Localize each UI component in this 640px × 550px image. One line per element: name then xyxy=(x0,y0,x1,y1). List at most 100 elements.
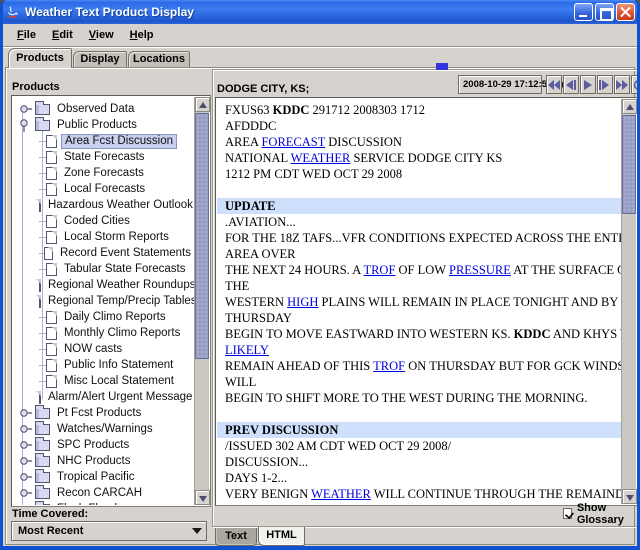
tree-item-regional-weather-roundups[interactable]: Regional Weather Roundups xyxy=(13,277,194,293)
view-tab-html[interactable]: HTML xyxy=(258,527,305,546)
glossary-link[interactable]: HIGH xyxy=(287,295,318,309)
tab-locations[interactable]: Locations xyxy=(128,51,190,68)
tree-item-recon-carcah[interactable]: Recon CARCAH xyxy=(13,485,194,501)
tree-collapsed-handle-icon[interactable] xyxy=(19,422,33,436)
up-arrow-icon xyxy=(626,104,634,110)
menu-help[interactable]: Help xyxy=(122,26,162,44)
tree-item-coded-cities[interactable]: Coded Cities xyxy=(13,213,194,229)
tree-collapsed-handle-icon[interactable] xyxy=(19,454,33,468)
text-line: BEGIN TO MOVE EASTWARD INTO WESTERN KS. … xyxy=(217,326,621,342)
tree-item-watches-warnings[interactable]: Watches/Warnings xyxy=(13,421,194,437)
tree-item-local-storm-reports[interactable]: Local Storm Reports xyxy=(13,229,194,245)
text-line: FOR THE 18Z TAFS...VFR CONDITIONS EXPECT… xyxy=(217,230,621,246)
document-scrollbar[interactable] xyxy=(621,99,636,504)
menu-file[interactable]: File xyxy=(9,26,44,44)
document-icon xyxy=(46,183,57,196)
tree-branch-line xyxy=(39,173,46,174)
document-scrollbar-thumb[interactable] xyxy=(622,115,636,214)
document-icon xyxy=(46,375,57,388)
glossary-link[interactable]: WEATHER xyxy=(311,487,371,501)
tree-item-pt-fcst-products[interactable]: Pt Fcst Products xyxy=(13,405,194,421)
folder-icon xyxy=(35,504,50,506)
tree-item-regional-temp-precip-tables[interactable]: Regional Temp/Precip Tables xyxy=(13,293,194,309)
minimize-button[interactable] xyxy=(574,3,593,21)
close-button[interactable] xyxy=(616,3,635,21)
tree-collapsed-handle-icon[interactable] xyxy=(19,438,33,452)
tree-item-public-products[interactable]: Public Products xyxy=(13,117,194,133)
menu-edit[interactable]: Edit xyxy=(44,26,81,44)
tree-scrollbar[interactable] xyxy=(194,97,209,505)
play-button[interactable] xyxy=(580,75,596,94)
tree-item-label: Alarm/Alert Urgent Message xyxy=(45,391,194,404)
tree-item-label: Area Fcst Discussion xyxy=(61,134,177,149)
tree-scroll-up-button[interactable] xyxy=(195,97,210,112)
glossary-link[interactable]: TROF xyxy=(363,263,395,277)
tree-item-zone-forecasts[interactable]: Zone Forecasts xyxy=(13,165,194,181)
tree-item-local-forecasts[interactable]: Local Forecasts xyxy=(13,181,194,197)
text-line: LIKELY xyxy=(217,342,621,358)
tree-item-tropical-pacific[interactable]: Tropical Pacific xyxy=(13,469,194,485)
glossary-link[interactable]: WEATHER xyxy=(291,151,351,165)
loop-button[interactable] xyxy=(631,75,640,94)
tree-item-state-forecasts[interactable]: State Forecasts xyxy=(13,149,194,165)
tab-display[interactable]: Display xyxy=(73,51,127,68)
tree-collapsed-handle-icon[interactable] xyxy=(19,470,33,484)
tree-item-label: Zone Forecasts xyxy=(61,167,147,180)
tree-item-spc-products[interactable]: SPC Products xyxy=(13,437,194,453)
tree-item-area-fcst-discussion[interactable]: Area Fcst Discussion xyxy=(13,133,194,149)
maximize-button[interactable] xyxy=(595,3,614,21)
glossary-link[interactable]: PRESSURE xyxy=(449,263,511,277)
tree-scroll-down-button[interactable] xyxy=(195,490,210,505)
time-covered-dropdown[interactable]: Most Recent xyxy=(11,521,207,541)
tab-products[interactable]: Products xyxy=(8,48,72,68)
tree-expanded-handle-icon[interactable] xyxy=(19,118,33,132)
step-forward-button[interactable] xyxy=(597,75,613,94)
time-covered-label: Time Covered: xyxy=(12,508,88,520)
tree-item-monthly-climo-reports[interactable]: Monthly Climo Reports xyxy=(13,325,194,341)
doc-scroll-up-button[interactable] xyxy=(622,99,637,114)
step-back-button[interactable] xyxy=(563,75,579,94)
glossary-link[interactable]: LIKELY xyxy=(225,343,269,357)
glossary-link[interactable]: TROF xyxy=(373,359,405,373)
tree-item-nhc-products[interactable]: NHC Products xyxy=(13,453,194,469)
show-glossary-control[interactable]: Show Glossary xyxy=(563,506,637,521)
document-icon xyxy=(44,247,53,260)
menu-view[interactable]: View xyxy=(81,26,122,44)
tree-item-observed-data[interactable]: Observed Data xyxy=(13,101,194,117)
tree-item-flash-flood[interactable]: Flash Flood xyxy=(13,501,194,505)
tree-collapsed-handle-icon[interactable] xyxy=(19,406,33,420)
text-line: /ISSUED 302 AM CDT WED OCT 29 2008/ xyxy=(217,438,621,454)
tree-collapsed-handle-icon[interactable] xyxy=(19,102,33,116)
text-product-document: FXUS63 KDDC 291712 2008303 1712AFDDDCARE… xyxy=(217,99,621,504)
datetime-dropdown[interactable]: 2008-10-29 17:12:50Z xyxy=(458,75,542,94)
skip-to-end-button[interactable] xyxy=(614,75,630,94)
products-tree: Observed DataPublic ProductsArea Fcst Di… xyxy=(13,97,194,505)
tree-collapsed-handle-icon[interactable] xyxy=(19,502,33,505)
blank-line xyxy=(217,406,621,422)
tree-scrollbar-thumb[interactable] xyxy=(195,113,209,359)
tree-item-hazardous-weather-outlook[interactable]: Hazardous Weather Outlook xyxy=(13,197,194,213)
tree-item-label: Observed Data xyxy=(54,103,137,116)
text-line: WESTERN HIGH PLAINS WILL REMAIN IN PLACE… xyxy=(217,294,621,310)
document-icon xyxy=(39,279,41,292)
tree-item-now-casts[interactable]: NOW casts xyxy=(13,341,194,357)
folder-icon xyxy=(35,440,50,451)
tree-item-alarm-alert-urgent-message[interactable]: Alarm/Alert Urgent Message xyxy=(13,389,194,405)
datetime-value: 2008-10-29 17:12:50Z xyxy=(459,79,558,90)
tree-item-record-event-statements[interactable]: Record Event Statements xyxy=(13,245,194,261)
tree-item-tabular-state-forecasts[interactable]: Tabular State Forecasts xyxy=(13,261,194,277)
tree-item-daily-climo-reports[interactable]: Daily Climo Reports xyxy=(13,309,194,325)
glossary-link[interactable]: FORECAST xyxy=(261,135,325,149)
tree-collapsed-handle-icon[interactable] xyxy=(19,486,33,500)
show-glossary-checkbox[interactable] xyxy=(563,508,572,519)
tree-branch-line xyxy=(39,189,46,190)
skip-to-start-button[interactable] xyxy=(546,75,562,94)
folder-icon xyxy=(35,104,50,115)
tree-branch-line xyxy=(39,349,46,350)
tree-item-public-info-statement[interactable]: Public Info Statement xyxy=(13,357,194,373)
show-glossary-label: Show Glossary xyxy=(577,502,637,526)
tree-item-label: Monthly Climo Reports xyxy=(61,327,183,340)
view-tab-text[interactable]: Text xyxy=(215,528,257,546)
document-icon xyxy=(46,359,57,372)
tree-item-misc-local-statement[interactable]: Misc Local Statement xyxy=(13,373,194,389)
